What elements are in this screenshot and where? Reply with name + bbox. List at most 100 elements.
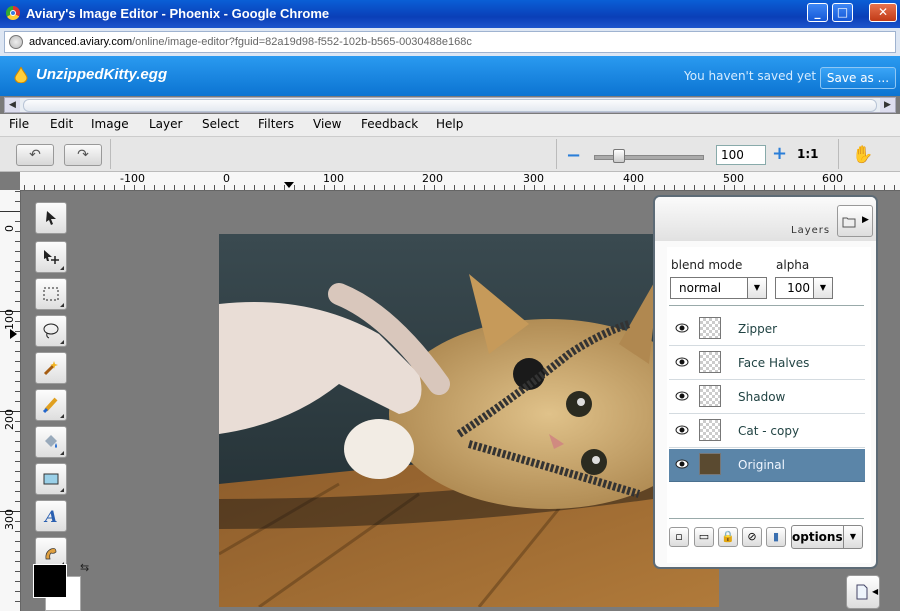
url-field[interactable]: advanced.aviary.com/online/image-editor?… [4,31,896,53]
layer-row[interactable]: Shadow [669,381,865,414]
ruler-tick [674,185,675,190]
zoom-slider-thumb[interactable] [613,149,626,163]
shape-tool[interactable] [35,463,67,495]
brush-tool[interactable] [35,389,67,421]
image-canvas[interactable] [219,234,719,607]
ruler-tick [15,281,20,282]
menu-feedback[interactable]: Feedback [361,117,418,131]
lock-layer-button[interactable]: 🔒 [718,527,738,547]
ruler-label: 200 [3,409,16,430]
ruler-tick [15,461,20,462]
fill-tool[interactable] [35,426,67,458]
ruler-tick [124,185,125,190]
ruler-tick [294,185,295,190]
ruler-tick [84,185,85,190]
eye-icon[interactable] [675,458,689,470]
maximize-button[interactable]: □ [832,3,853,22]
eye-icon[interactable] [675,390,689,402]
pointer-tool[interactable] [35,202,67,234]
arrow-select-icon [46,211,56,225]
chevron-down-icon: ▼ [747,278,766,298]
eye-icon[interactable] [675,356,689,368]
ruler-tick [224,185,225,190]
ruler-tick [34,185,35,190]
layers-panel-menu-button[interactable]: ▶ [837,205,873,237]
ruler-tick [784,185,785,190]
ruler-tick [734,185,735,190]
layer-effects-button[interactable]: ⊘ [742,527,762,547]
menu-select[interactable]: Select [202,117,239,131]
ruler-tick [704,185,705,190]
redo-button[interactable]: ↷ [64,144,102,166]
layer-row[interactable]: Cat - copy [669,415,865,448]
layers-panel-header: Layers ▶ [655,197,876,241]
ruler-tick [654,185,655,190]
minimize-button[interactable]: _ [807,3,828,22]
menu-edit[interactable]: Edit [50,117,73,131]
menu-file[interactable]: File [9,117,29,131]
ruler-tick [15,491,20,492]
menu-filters[interactable]: Filters [258,117,294,131]
new-layer-button[interactable]: ▫ [669,527,689,547]
ruler-label: 600 [822,172,843,185]
alpha-input[interactable]: 100 ▼ [775,277,833,299]
alpha-value: 100 [787,281,810,295]
undo-button[interactable]: ↶ [16,144,54,166]
magic-wand-tool[interactable] [35,352,67,384]
scroll-left-icon[interactable]: ◀ [5,98,20,112]
text-tool[interactable]: A [35,500,67,532]
window-title-bar: Aviary's Image Editor - Phoenix - Google… [0,0,900,28]
ruler-tick [15,391,20,392]
delete-layer-button[interactable]: ▮ [766,527,786,547]
ruler-tick [15,221,20,222]
menu-layer[interactable]: Layer [149,117,182,131]
ruler-label: 100 [3,309,16,330]
blend-mode-select[interactable]: normal ▼ [670,277,767,299]
eye-icon[interactable] [675,424,689,436]
page-horizontal-scrollbar[interactable]: ◀ ▶ [4,97,896,113]
ruler-tick [444,185,445,190]
layer-row[interactable]: Face Halves [669,347,865,380]
actual-size-button[interactable]: 1:1 [797,147,819,161]
zoom-in-icon[interactable]: + [772,143,787,164]
rectangle-icon [43,473,59,485]
layer-name: Zipper [738,322,778,336]
lasso-tool[interactable] [35,315,67,347]
ruler-tick [174,185,175,190]
ruler-tick [234,185,235,190]
ruler-tick [724,185,725,190]
menu-view[interactable]: View [313,117,341,131]
zoom-slider[interactable] [594,155,704,160]
zoom-out-icon[interactable]: − [566,145,581,166]
marquee-tool[interactable] [35,278,67,310]
scroll-right-icon[interactable]: ▶ [880,98,895,112]
eye-icon[interactable] [675,322,689,334]
close-window-button[interactable]: ✕ [869,3,897,22]
layer-row-selected[interactable]: Original [669,449,865,482]
zoom-input[interactable]: 100 [716,145,766,165]
ruler-tick [15,241,20,242]
layer-row[interactable]: Zipper [669,313,865,346]
ruler-label: 300 [523,172,544,185]
save-as-button[interactable]: Save as ... [820,67,896,89]
ruler-tick [15,501,20,502]
smudge-icon [45,548,57,560]
swap-colors-icon[interactable]: ⇆ [80,561,89,574]
menu-help[interactable]: Help [436,117,463,131]
vertical-ruler: 0 100 200 300 [0,190,21,611]
ruler-tick [794,185,795,190]
ruler-tick [144,185,145,190]
ruler-tick [844,185,845,190]
chevron-down-icon[interactable]: ▼ [843,525,863,549]
menu-image[interactable]: Image [91,117,129,131]
layers-panel: Layers ▶ blend mode alpha normal ▼ 100 ▼ Z… [653,195,878,569]
scroll-thumb[interactable] [23,99,877,112]
foreground-color-swatch[interactable] [33,564,67,598]
new-group-button[interactable]: ▭ [694,527,714,547]
document-title[interactable]: UnzippedKitty.egg [36,66,167,83]
hand-tool-icon[interactable]: ✋ [852,145,873,165]
history-panel-button[interactable]: ◀ [846,575,880,609]
ruler-tick [15,471,20,472]
move-tool[interactable] [35,241,67,273]
ruler-tick [504,185,505,190]
